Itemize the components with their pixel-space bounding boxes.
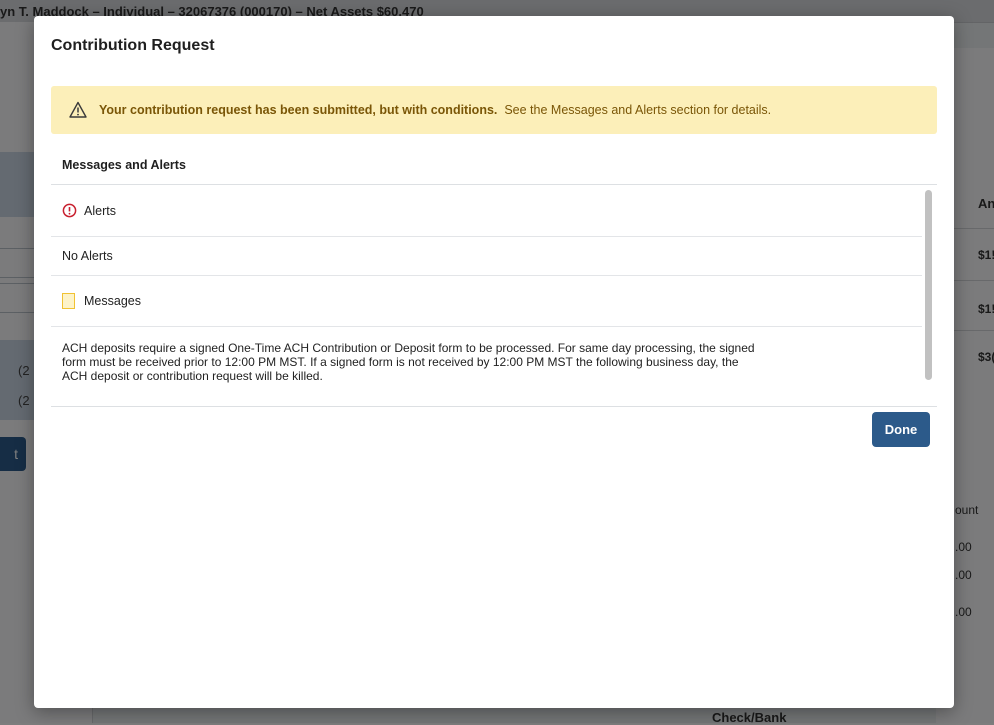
no-alerts-row: No Alerts (51, 237, 922, 276)
banner-text: Your contribution request has been submi… (99, 103, 771, 117)
banner-detail-text: See the Messages and Alerts section for … (504, 103, 772, 117)
alerts-label: Alerts (84, 203, 116, 218)
messages-alerts-list[interactable]: Alerts No Alerts Messages ACH deposits r… (51, 184, 937, 407)
warning-banner: Your contribution request has been submi… (51, 86, 937, 134)
message-item: ACH deposits require a signed One-Time A… (51, 327, 922, 393)
message-text: ACH deposits require a signed One-Time A… (62, 341, 755, 383)
warning-triangle-icon (69, 101, 87, 118)
messages-row: Messages (51, 276, 922, 327)
message-square-icon (62, 293, 75, 309)
dialog-title: Contribution Request (51, 37, 215, 54)
messages-alerts-heading: Messages and Alerts (62, 158, 186, 172)
contribution-request-dialog: Contribution Request Your contribution r… (34, 16, 954, 708)
banner-bold-text: Your contribution request has been submi… (99, 103, 498, 117)
done-button[interactable]: Done (872, 412, 930, 447)
messages-label: Messages (84, 294, 141, 308)
alerts-row: Alerts (51, 185, 922, 237)
scrollbar-thumb[interactable] (925, 190, 932, 380)
no-alerts-text: No Alerts (62, 249, 113, 263)
list-scrollbar[interactable] (924, 187, 935, 404)
exclamation-circle-icon (62, 203, 77, 218)
